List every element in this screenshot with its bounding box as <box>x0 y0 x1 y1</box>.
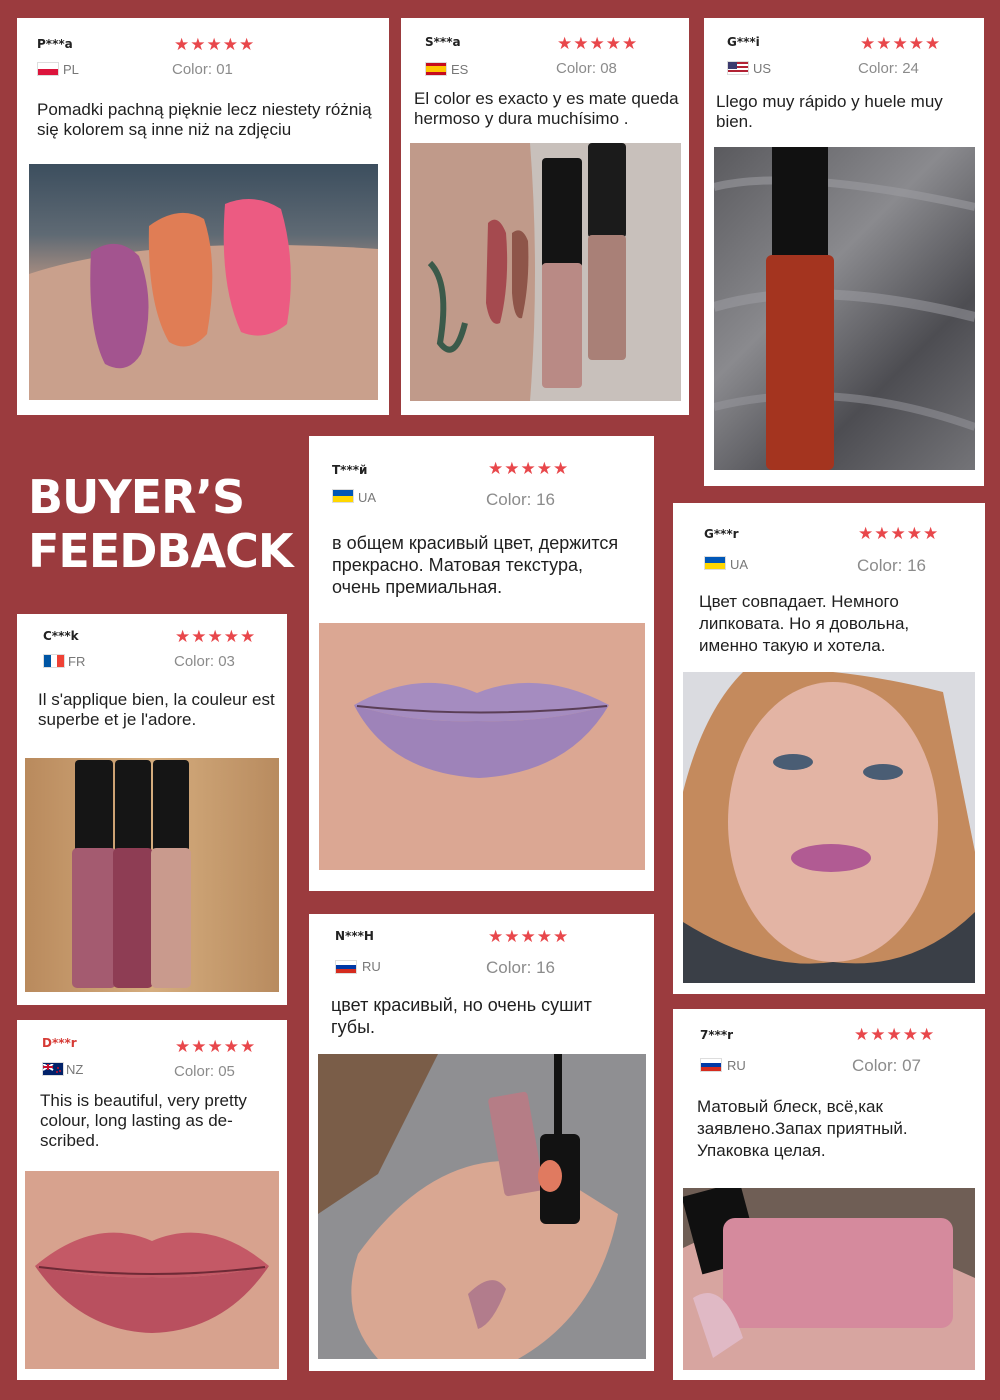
review-text: в общем красивый цвет, держится прекрасн… <box>332 533 619 597</box>
star-rating: ★★★★★ <box>175 1037 257 1057</box>
review-text: This is beautiful, very pretty colour, l… <box>40 1091 247 1150</box>
reviewer-name: 7***r <box>700 1028 734 1042</box>
star-rating: ★★★★★ <box>557 34 639 54</box>
star-rating: ★★★★★ <box>860 34 942 54</box>
france-flag-icon <box>43 654 65 668</box>
customer-selfie-photo <box>683 672 975 983</box>
reviewer-name: C***k <box>43 629 79 643</box>
country-code: UA <box>730 557 749 572</box>
country-code: UA <box>358 490 377 505</box>
country-code: RU <box>362 959 381 974</box>
reviewer-name: D***r <box>42 1036 77 1050</box>
reviewer-name: Т***й <box>332 463 368 477</box>
lips-photo <box>319 623 645 870</box>
color-shade: Color: 24 <box>858 60 919 77</box>
review-text: Цвет совпадает. Немного липковата. Но я … <box>699 592 910 655</box>
heading-line-1: BUYER’S <box>28 470 245 524</box>
buyers-feedback-heading: BUYER’S FEEDBACK <box>28 470 294 578</box>
review-card-ru-1: N***H RU ★★★★★ Color: 16 цвет красивый, … <box>309 914 654 1371</box>
star-rating: ★★★★★ <box>488 459 570 479</box>
review-text: Pomadki pachną pięknie lecz niestety róż… <box>37 100 372 139</box>
country-code: RU <box>727 1058 746 1073</box>
country-code: FR <box>68 654 86 669</box>
reviewer-name: N***H <box>335 929 374 943</box>
review-card-us: G***i US ★★★★★ Color: 24 Llego muy rápid… <box>704 18 984 486</box>
review-card-nz: D***r NZ ★★★★★ Color: 05 This is beautif… <box>17 1020 287 1380</box>
review-text: El color es exacto y es mate queda hermo… <box>414 89 679 128</box>
country-code: ES <box>451 62 469 77</box>
color-shade: Color: 01 <box>172 61 233 78</box>
review-card-fr: C***k FR ★★★★★ Color: 03 Il s'applique b… <box>17 614 287 1005</box>
russia-flag-icon <box>700 1058 722 1072</box>
country-code: PL <box>63 62 79 77</box>
review-text: Llego muy rápido y huele muy bien. <box>716 92 943 131</box>
star-rating: ★★★★★ <box>175 627 257 647</box>
star-rating: ★★★★★ <box>858 524 940 544</box>
review-card-ua-2: G***r UA ★★★★★ Color: 16 Цвет совпадает.… <box>673 503 985 994</box>
russia-flag-icon <box>335 960 357 974</box>
review-card-pl: P***a PL ★★★★★ Color: 01 Pomadki pachną … <box>17 18 389 415</box>
reviewer-name: G***i <box>727 35 760 49</box>
ukraine-flag-icon <box>332 489 354 503</box>
lipstick-in-hand-photo <box>683 1188 975 1370</box>
lipstick-tube-photo <box>714 147 975 470</box>
star-rating: ★★★★★ <box>174 35 256 55</box>
lips-photo <box>25 1171 279 1369</box>
ukraine-flag-icon <box>704 556 726 570</box>
new-zealand-flag-icon <box>42 1062 64 1076</box>
three-lipsticks-photo <box>25 758 279 992</box>
star-rating: ★★★★★ <box>854 1025 936 1045</box>
color-shade: Color: 03 <box>174 653 235 670</box>
review-card-es: S***a ES ★★★★★ Color: 08 El color es exa… <box>401 18 689 415</box>
product-and-swatch-photo <box>410 143 681 401</box>
star-rating: ★★★★★ <box>488 927 570 947</box>
review-card-ua-1: Т***й UA ★★★★★ Color: 16 в общем красивы… <box>309 436 654 891</box>
country-code: US <box>753 61 772 76</box>
color-shade: Color: 07 <box>852 1056 922 1075</box>
poland-flag-icon <box>37 62 59 76</box>
usa-flag-icon <box>727 61 749 75</box>
heading-line-2: FEEDBACK <box>28 524 294 578</box>
color-shade: Color: 05 <box>174 1063 235 1080</box>
color-shade: Color: 16 <box>857 556 927 575</box>
lipstick-swatch-photo <box>29 164 378 400</box>
reviewer-name: P***a <box>37 37 73 51</box>
reviewer-name: G***r <box>704 527 739 541</box>
color-shade: Color: 16 <box>486 958 556 977</box>
review-text: цвет красивый, но очень сушит губы. <box>331 995 592 1037</box>
country-code: NZ <box>66 1062 84 1077</box>
review-text: Il s'applique bien, la couleur est super… <box>38 690 275 729</box>
spain-flag-icon <box>425 62 447 76</box>
review-text: Матовый блеск, всё,как заявлено.Запах пр… <box>697 1097 908 1160</box>
reviewer-name: S***a <box>425 35 461 49</box>
color-shade: Color: 16 <box>486 490 556 509</box>
review-card-ru-2: 7***r RU ★★★★★ Color: 07 Матовый блеск, … <box>673 1009 985 1380</box>
color-shade: Color: 08 <box>556 60 617 77</box>
hand-holding-lipstick-photo <box>318 1054 646 1359</box>
